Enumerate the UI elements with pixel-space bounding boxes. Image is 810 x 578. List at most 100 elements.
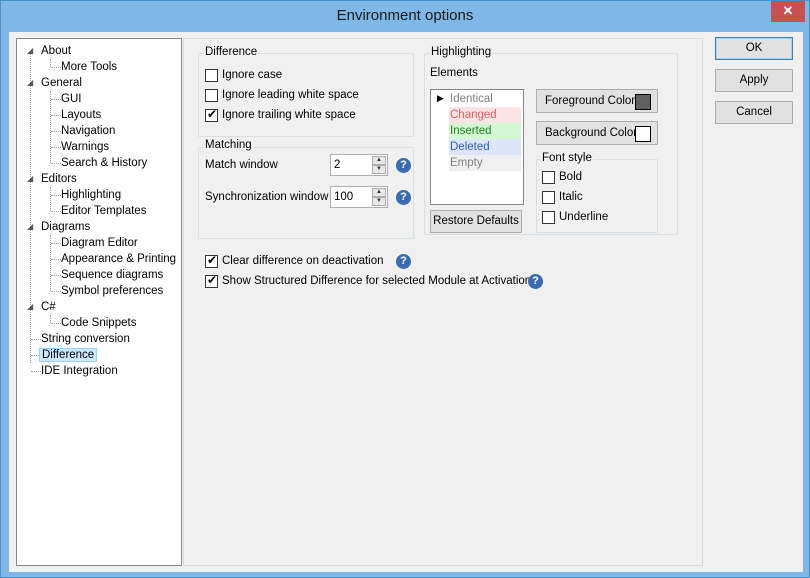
apply-button[interactable]: Apply <box>715 69 793 92</box>
spin-up-icon[interactable]: ▲ <box>372 188 386 197</box>
tree-item-navigation[interactable]: Navigation <box>61 123 115 139</box>
tree-line <box>51 163 61 164</box>
tree-item-label: Navigation <box>61 125 116 137</box>
tree-item-highlighting[interactable]: Highlighting <box>61 187 121 203</box>
tree-item-difference[interactable]: Difference <box>39 347 98 363</box>
tree-item-symbol-preferences[interactable]: Symbol preferences <box>61 283 163 299</box>
spin-down-icon[interactable]: ▼ <box>372 165 386 174</box>
background-color-button[interactable]: Background Color <box>536 121 658 145</box>
italic-checkbox[interactable]: Italic <box>542 189 583 205</box>
tree-line <box>51 99 61 100</box>
tree-line <box>31 371 41 372</box>
spinner-arrows: ▲ ▼ <box>372 188 386 206</box>
tree-item-label: Symbol preferences <box>61 285 164 297</box>
tree-line <box>31 339 41 340</box>
ignore-trailing-checkbox[interactable]: Ignore trailing white space <box>205 107 356 123</box>
element-item-empty[interactable]: Empty <box>449 155 521 171</box>
environment-options-window: Environment options ✕ ◢ About More Tools… <box>0 0 810 578</box>
element-item-inserted[interactable]: Inserted <box>449 123 521 139</box>
checkbox-box[interactable] <box>205 107 218 122</box>
clear-difference-checkbox[interactable]: Clear difference on deactivation <box>205 253 384 269</box>
cancel-button[interactable]: Cancel <box>715 101 793 124</box>
tree-item-label: Sequence diagrams <box>61 269 164 281</box>
elements-listbox[interactable]: ▶ Identical Changed Inserted Deleted Emp… <box>430 89 524 205</box>
close-button[interactable]: ✕ <box>771 1 805 22</box>
tree-line <box>50 315 51 323</box>
element-item-changed[interactable]: Changed <box>449 107 521 123</box>
sync-window-spinner[interactable]: ▲ ▼ <box>330 186 388 208</box>
tree-item-gui[interactable]: GUI <box>61 91 81 107</box>
checkbox-label: Underline <box>559 211 609 223</box>
font-style-label: Font style <box>541 152 593 164</box>
tree-item-label: Difference <box>39 348 98 362</box>
checkbox-label: Ignore trailing white space <box>222 109 356 121</box>
tree-item-label: Editors <box>41 173 77 185</box>
checkbox-box[interactable] <box>205 253 218 268</box>
tree-line <box>51 131 61 132</box>
options-tree[interactable]: ◢ About More Tools ◢ General GUI Layouts… <box>16 38 182 566</box>
expanded-arrow-icon[interactable]: ◢ <box>27 79 35 87</box>
ignore-leading-checkbox[interactable]: Ignore leading white space <box>205 87 359 103</box>
tree-item-layouts[interactable]: Layouts <box>61 107 101 123</box>
match-window-input[interactable] <box>331 155 371 175</box>
ignore-case-checkbox[interactable]: Ignore case <box>205 67 282 83</box>
tree-item-search-history[interactable]: Search & History <box>61 155 147 171</box>
checkbox-box[interactable] <box>205 68 218 82</box>
checkbox-box[interactable] <box>542 210 555 224</box>
tree-line <box>51 115 61 116</box>
checkbox-box[interactable] <box>205 273 218 288</box>
tree-item-appearance-printing[interactable]: Appearance & Printing <box>61 251 176 267</box>
tree-line <box>50 59 51 67</box>
help-icon[interactable]: ? <box>528 274 543 289</box>
tree-line <box>30 51 31 363</box>
checkbox-label: Clear difference on deactivation <box>222 255 384 267</box>
checkbox-box[interactable] <box>542 170 555 184</box>
tree-item-label: Highlighting <box>61 189 122 201</box>
tree-item-label: String conversion <box>41 333 130 345</box>
bold-checkbox[interactable]: Bold <box>542 169 582 185</box>
expanded-arrow-icon[interactable]: ◢ <box>27 47 35 55</box>
tree-item-label: Diagram Editor <box>61 237 138 249</box>
tree-item-sequence-diagrams[interactable]: Sequence diagrams <box>61 267 163 283</box>
help-icon[interactable]: ? <box>396 190 411 205</box>
match-window-spinner[interactable]: ▲ ▼ <box>330 154 388 176</box>
show-structured-checkbox[interactable]: Show Structured Difference for selected … <box>205 273 531 289</box>
tree-item-code-snippets[interactable]: Code Snippets <box>61 315 136 331</box>
tree-item-warnings[interactable]: Warnings <box>61 139 109 155</box>
help-icon[interactable]: ? <box>396 158 411 173</box>
sync-window-input[interactable] <box>331 187 371 207</box>
tree-item-label: Code Snippets <box>61 317 137 329</box>
tree-line <box>50 91 51 163</box>
help-icon[interactable]: ? <box>396 254 411 269</box>
difference-group-label: Difference <box>204 46 259 58</box>
spin-down-icon[interactable]: ▼ <box>372 197 386 206</box>
checkbox-label: Italic <box>559 191 583 203</box>
tree-item-label: GUI <box>61 93 82 105</box>
tree-line <box>51 67 61 68</box>
tree-item-label: IDE Integration <box>41 365 118 377</box>
tree-item-label: Appearance & Printing <box>61 253 177 265</box>
tree-item-diagram-editor[interactable]: Diagram Editor <box>61 235 138 251</box>
foreground-color-button[interactable]: Foreground Color <box>536 89 658 113</box>
underline-checkbox[interactable]: Underline <box>542 209 608 225</box>
tree-item-ide-integration[interactable]: IDE Integration <box>41 363 118 379</box>
tree-line <box>51 195 61 196</box>
expanded-arrow-icon[interactable]: ◢ <box>27 303 35 311</box>
tree-line <box>50 187 51 211</box>
spin-up-icon[interactable]: ▲ <box>372 156 386 165</box>
tree-item-editor-templates[interactable]: Editor Templates <box>61 203 146 219</box>
checkbox-box[interactable] <box>205 88 218 102</box>
element-item-deleted[interactable]: Deleted <box>449 139 521 155</box>
sync-window-label: Synchronization window <box>205 191 329 203</box>
element-item-identical[interactable]: Identical <box>449 91 521 107</box>
background-color-label: Background Color <box>545 127 638 139</box>
title-bar[interactable]: Environment options ✕ <box>1 1 809 32</box>
tree-item-more-tools[interactable]: More Tools <box>61 59 117 75</box>
ok-button[interactable]: OK <box>715 37 793 60</box>
expanded-arrow-icon[interactable]: ◢ <box>27 223 35 231</box>
tree-item-label: General <box>41 77 82 89</box>
expanded-arrow-icon[interactable]: ◢ <box>27 175 35 183</box>
checkbox-box[interactable] <box>542 190 555 204</box>
tree-item-string-conversion[interactable]: String conversion <box>41 331 130 347</box>
restore-defaults-button[interactable]: Restore Defaults <box>430 210 522 233</box>
